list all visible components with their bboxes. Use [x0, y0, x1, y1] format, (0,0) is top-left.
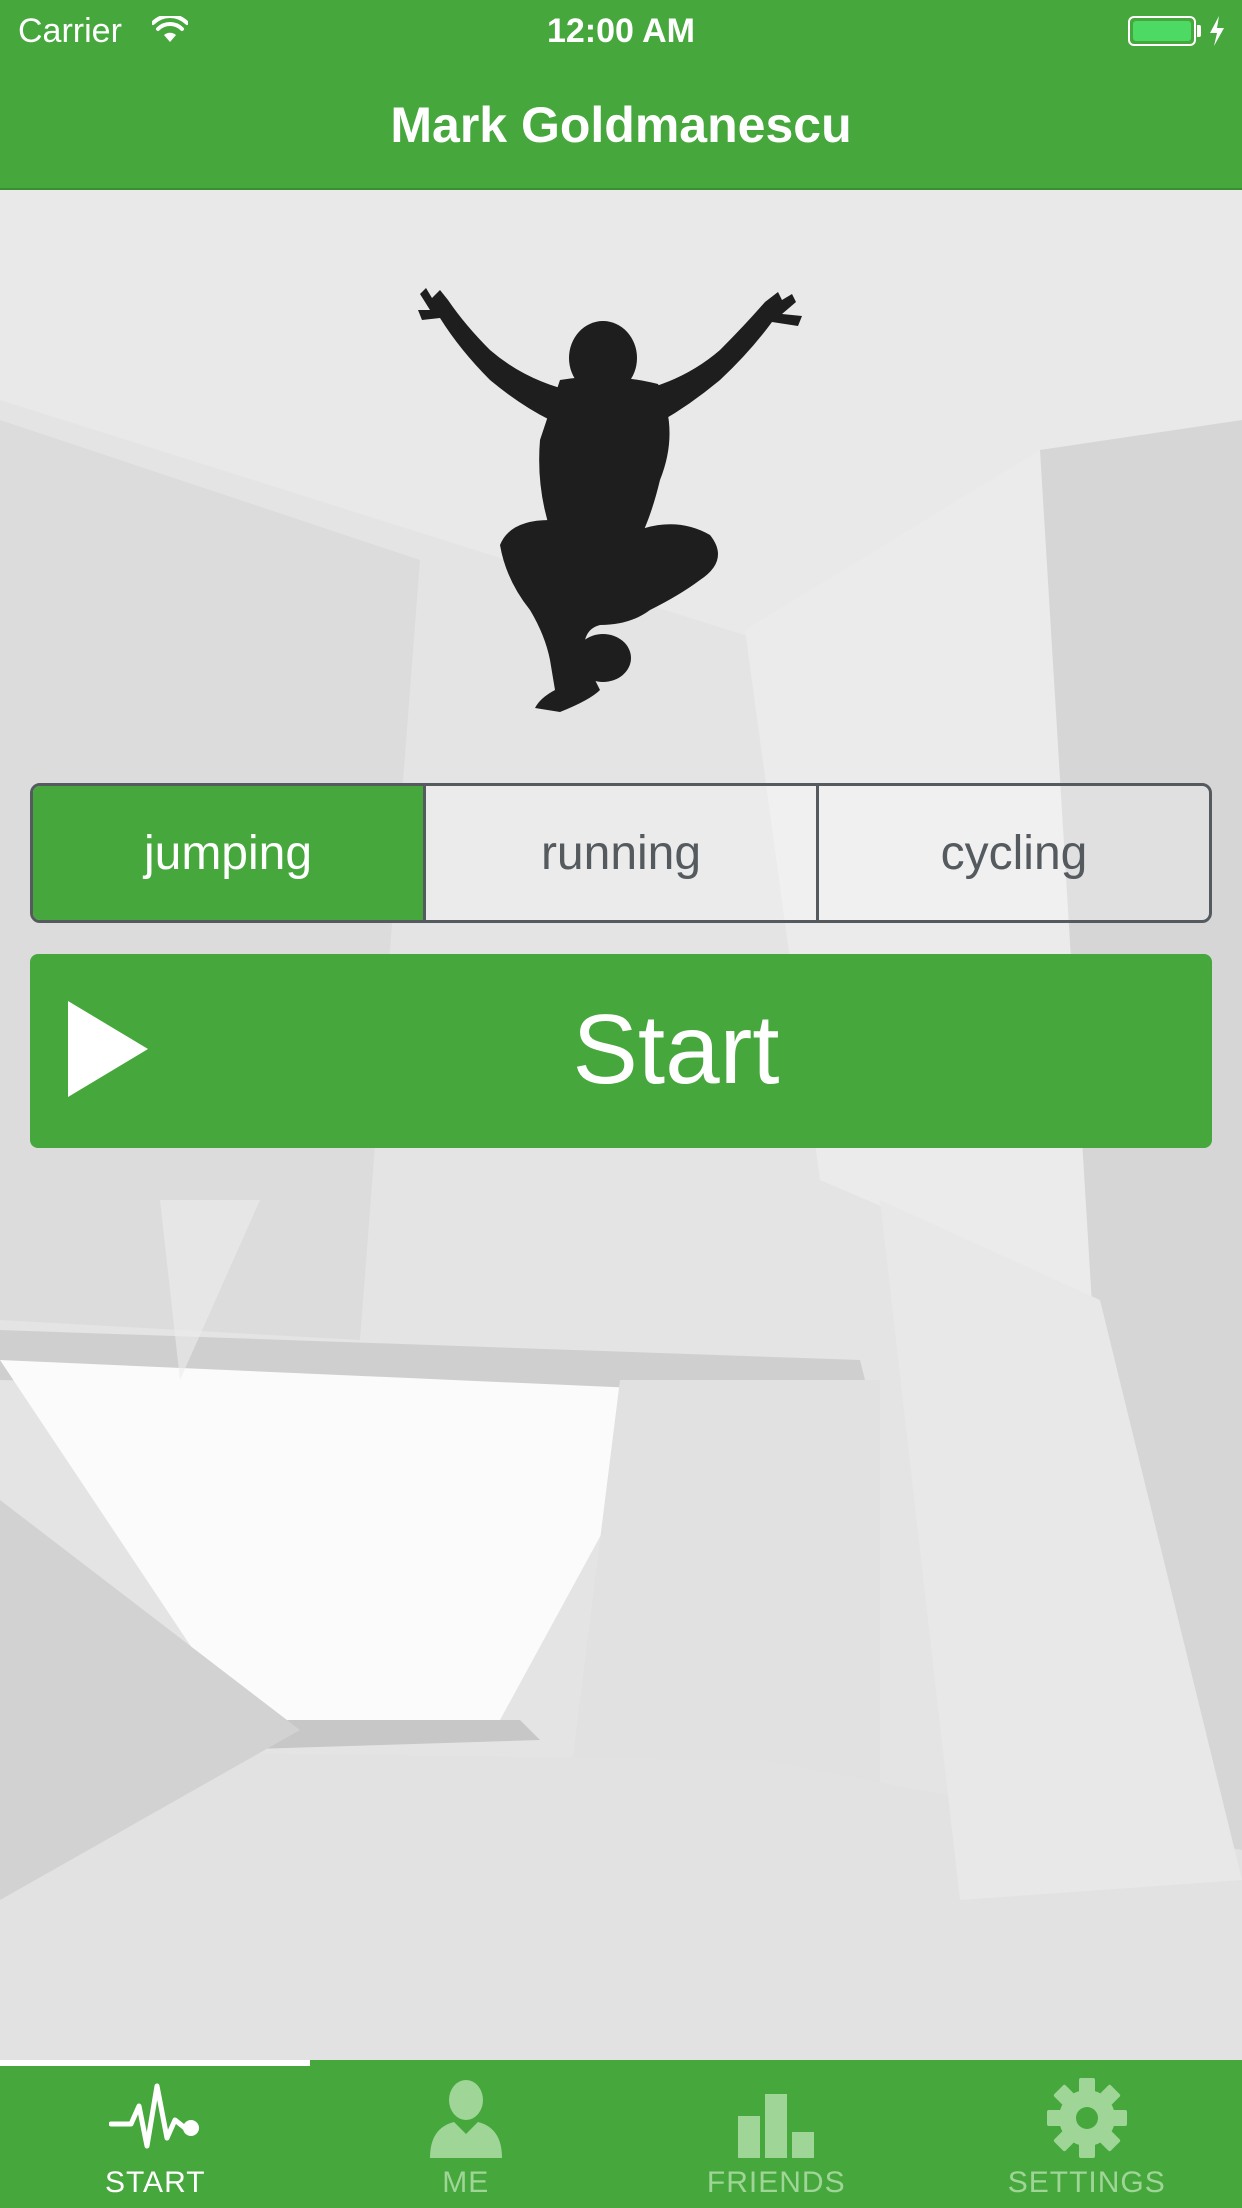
segment-running[interactable]: running [426, 786, 819, 920]
active-tab-indicator [0, 2060, 310, 2066]
activity-segmented-control: jumping running cycling [30, 783, 1212, 923]
heartbeat-icon [109, 2083, 200, 2149]
segment-jumping[interactable]: jumping [33, 786, 426, 920]
start-button-label: Start [572, 994, 780, 1104]
bar-chart-icon [738, 2094, 815, 2158]
status-bar: Carrier 12:00 AM [0, 0, 1242, 62]
page-title: Mark Goldmanescu [390, 97, 852, 153]
start-button[interactable]: Start [30, 954, 1212, 1148]
tab-label: ME [442, 2166, 490, 2199]
status-time: 12:00 AM [546, 12, 696, 50]
tab-friends[interactable]: FRIENDS [621, 2060, 932, 2208]
jumping-person-silhouette-icon [418, 288, 802, 712]
gear-icon [1046, 2078, 1127, 2158]
tab-label: FRIENDS [706, 2166, 846, 2199]
tab-start[interactable]: START [0, 2060, 311, 2208]
tab-bar: START ME FRIENDS SETTINGS [0, 2060, 1242, 2208]
battery-icon [1128, 16, 1196, 46]
charging-bolt-icon [1210, 16, 1224, 46]
app-header: Carrier 12:00 AM Mark Goldmanescu [0, 0, 1242, 190]
tab-settings[interactable]: SETTINGS [932, 2060, 1242, 2208]
tab-label: START [104, 2166, 206, 2199]
tab-label: SETTINGS [1007, 2166, 1166, 2199]
battery-nub [1197, 25, 1201, 37]
tab-me[interactable]: ME [311, 2060, 622, 2208]
person-icon [429, 2080, 502, 2158]
segment-cycling[interactable]: cycling [819, 786, 1209, 920]
